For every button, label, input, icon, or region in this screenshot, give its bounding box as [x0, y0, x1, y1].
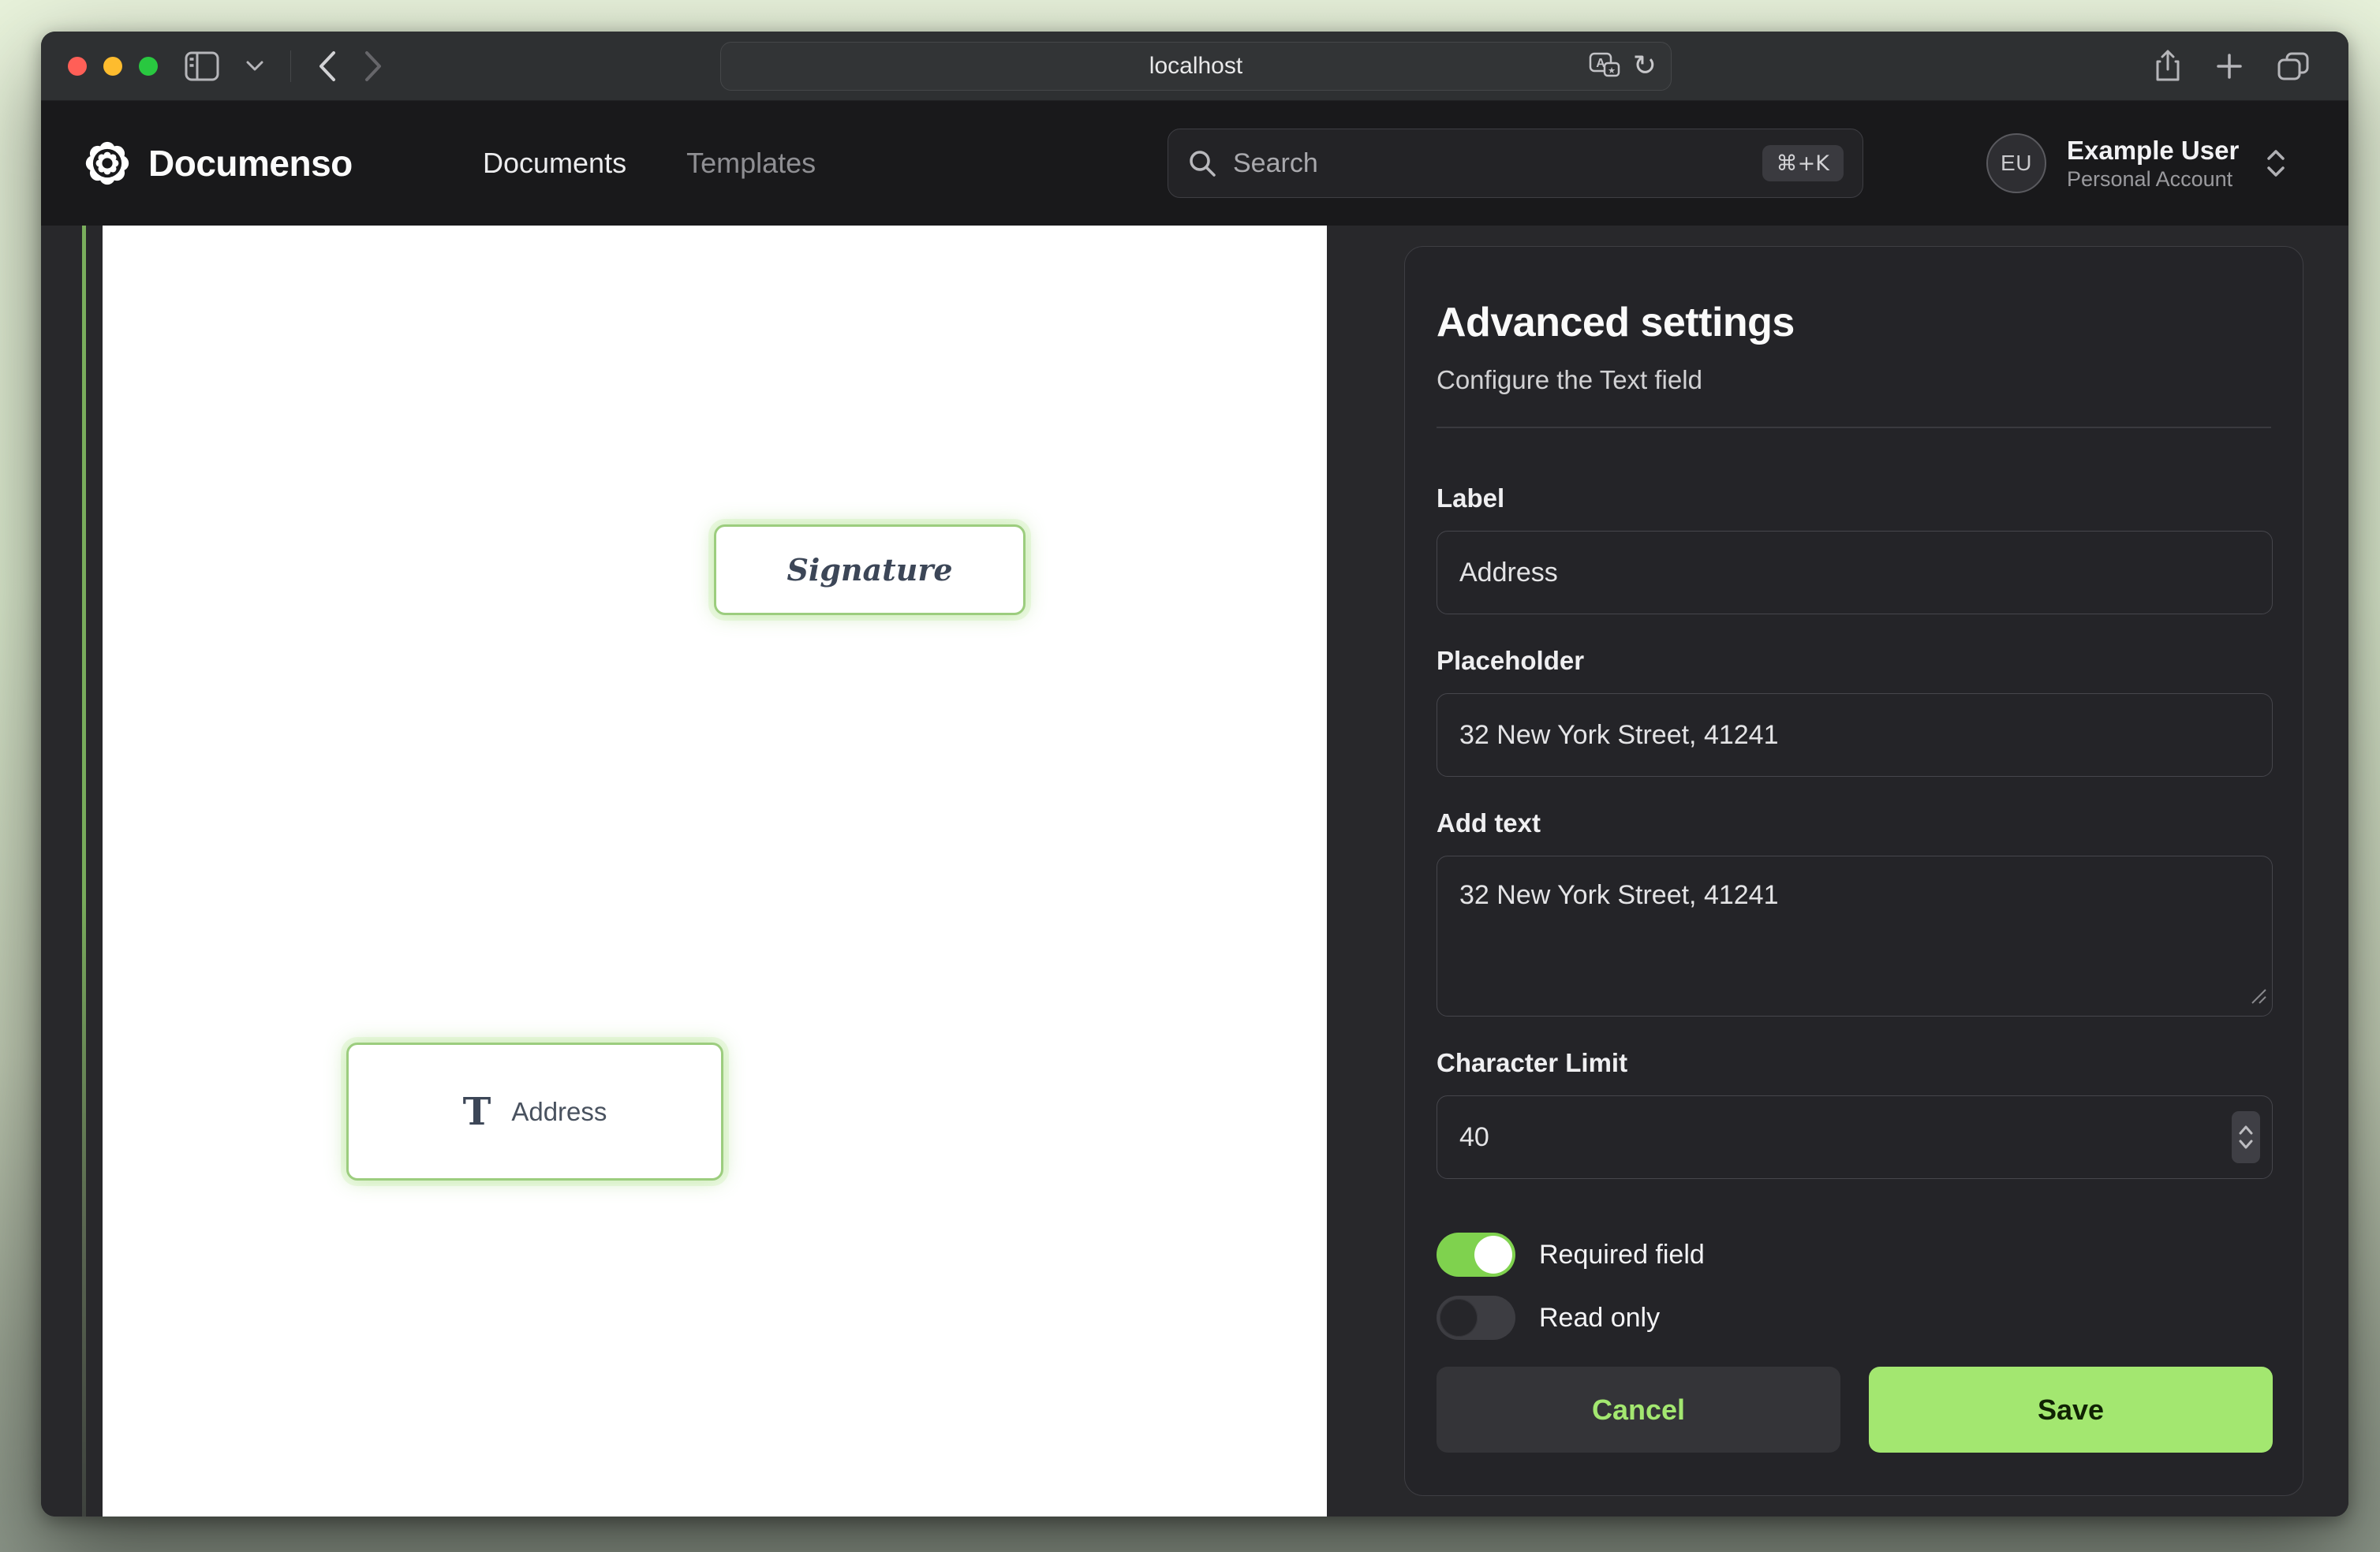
address-bar-url: localhost [1149, 53, 1242, 80]
user-info: Example User Personal Account [2067, 134, 2239, 193]
browser-window: localhost A ★ ↻ [41, 32, 2348, 1517]
toggle-knob [1474, 1236, 1512, 1274]
save-button[interactable]: Save [1869, 1367, 2273, 1453]
search-shortcut-badge: ⌘+K [1762, 145, 1844, 181]
traffic-lights [68, 32, 158, 101]
brand[interactable]: Documenso [85, 101, 353, 226]
avatar: EU [1986, 133, 2046, 193]
panel-subtitle: Configure the Text field [1437, 365, 1702, 395]
panel-actions: Cancel Save [1437, 1367, 2273, 1453]
add-text-textarea[interactable]: 32 New York Street, 41241 [1437, 856, 2273, 1017]
browser-titlebar: localhost A ★ ↻ [41, 32, 2348, 101]
number-stepper[interactable] [2232, 1111, 2260, 1163]
advanced-settings-panel: Advanced settings Configure the Text fie… [1404, 246, 2303, 1496]
forward-button-icon[interactable] [364, 50, 383, 82]
required-field-label: Required field [1539, 1240, 1705, 1270]
tab-overview-icon[interactable] [2277, 52, 2309, 80]
nav-links: Documents Templates [483, 101, 816, 226]
avatar-initials: EU [2001, 151, 2032, 176]
chevrons-up-down-icon [2266, 149, 2286, 177]
nav-link-templates[interactable]: Templates [686, 147, 816, 180]
character-limit-field-label: Character Limit [1437, 1048, 1627, 1078]
pdf-page: Signature T Address [103, 226, 1327, 1517]
add-text-field-label: Add text [1437, 808, 1541, 838]
back-button-icon[interactable] [318, 50, 337, 82]
placeholder-field-label: Placeholder [1437, 646, 1584, 676]
user-name: Example User [2067, 134, 2239, 166]
read-only-row: Read only [1437, 1296, 1660, 1340]
minimize-window-button[interactable] [103, 57, 122, 76]
translate-icon[interactable]: A ★ [1589, 52, 1620, 80]
required-field-toggle[interactable] [1437, 1233, 1515, 1277]
browser-toolbar-left [185, 32, 383, 101]
nav-link-documents[interactable]: Documents [483, 147, 626, 180]
page-accent-line [82, 226, 86, 1517]
svg-text:★: ★ [1608, 65, 1616, 76]
read-only-toggle[interactable] [1437, 1296, 1515, 1340]
sidebar-toggle-icon[interactable] [185, 51, 219, 81]
address-bar[interactable]: localhost A ★ ↻ [720, 42, 1672, 91]
placeholder-input[interactable] [1437, 693, 2273, 777]
panel-divider [1437, 427, 2271, 428]
search-placeholder: Search [1233, 148, 1762, 179]
text-field-label: Address [511, 1097, 607, 1127]
required-field-row: Required field [1437, 1233, 1705, 1277]
signature-field[interactable]: Signature [714, 524, 1026, 615]
read-only-label: Read only [1539, 1303, 1660, 1334]
user-menu[interactable]: EU Example User Personal Account [1986, 101, 2286, 226]
app-navbar: Documenso Documents Templates Search ⌘+K… [41, 101, 2348, 226]
signature-field-label: Signature [786, 552, 952, 588]
toggle-knob [1440, 1299, 1478, 1337]
documenso-logo-icon [85, 141, 129, 185]
toolbar-separator [290, 50, 291, 82]
label-input[interactable] [1437, 531, 2273, 614]
character-limit-input[interactable] [1437, 1095, 2273, 1179]
share-icon[interactable] [2154, 50, 2181, 83]
main-content: Signature T Address Advanced settings Co… [41, 226, 2348, 1517]
brand-name: Documenso [148, 142, 353, 185]
text-field-icon: T [463, 1093, 491, 1131]
new-tab-icon[interactable] [2216, 53, 2243, 80]
close-window-button[interactable] [68, 57, 87, 76]
text-field-address[interactable]: T Address [346, 1043, 723, 1181]
panel-title: Advanced settings [1437, 299, 1795, 346]
browser-toolbar-right [2154, 32, 2309, 101]
search-input[interactable]: Search ⌘+K [1168, 129, 1863, 198]
cancel-button[interactable]: Cancel [1437, 1367, 1840, 1453]
user-account-type: Personal Account [2067, 166, 2239, 193]
search-icon [1187, 148, 1217, 178]
reload-icon[interactable]: ↻ [1633, 52, 1657, 80]
fullscreen-window-button[interactable] [139, 57, 158, 76]
sidebar-chevron-down-icon[interactable] [246, 61, 263, 72]
label-field-label: Label [1437, 483, 1504, 513]
